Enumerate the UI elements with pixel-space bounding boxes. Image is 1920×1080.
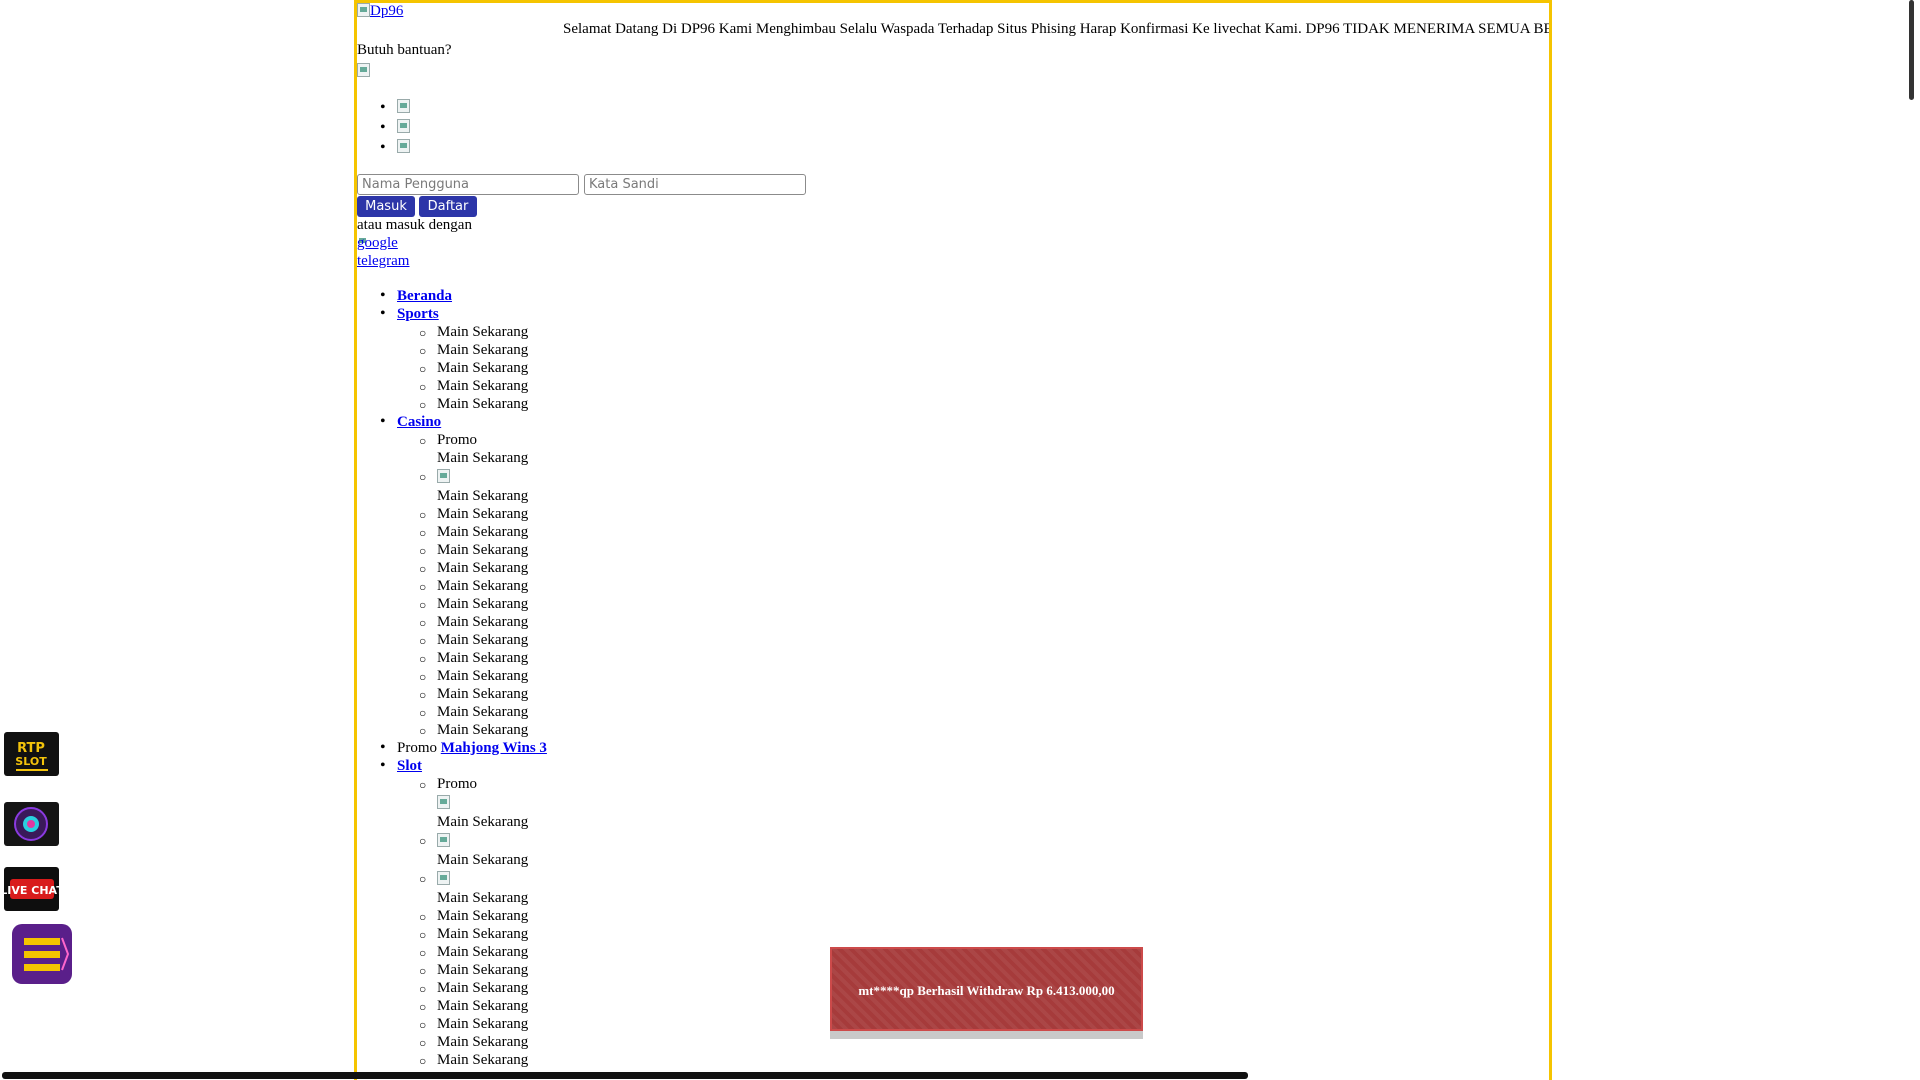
google-login-link[interactable]: google (357, 235, 398, 252)
casino-play-3[interactable]: Main Sekarang (419, 505, 528, 524)
slot-play-2[interactable]: Main Sekarang (437, 851, 528, 869)
svg-text:LIVE CHAT: LIVE CHAT (4, 884, 59, 897)
casino-play-9[interactable]: Main Sekarang (419, 613, 528, 632)
slot-play-12[interactable]: Main Sekarang (419, 1051, 528, 1070)
promo-game-link[interactable]: Mahjong Wins 3 (441, 740, 547, 756)
logo-alt-text: Dp96 (370, 3, 404, 19)
sports-link[interactable]: Sports (397, 306, 439, 322)
announcement-marquee: Selamat Datang Di DP96 Kami Menghimbau S… (563, 21, 1552, 37)
help-text: Butuh bantuan? (357, 42, 452, 58)
menu-item-casino: Casino (380, 413, 441, 431)
casino-play-7[interactable]: Main Sekarang (419, 577, 528, 596)
casino-play-8[interactable]: Main Sekarang (419, 595, 528, 614)
sports-play-2[interactable]: Main Sekarang (419, 341, 528, 360)
live-casino-icon (14, 807, 48, 841)
slot-play-11[interactable]: Main Sekarang (419, 1033, 528, 1052)
casino-play-1[interactable]: Main Sekarang (437, 449, 528, 467)
withdraw-notification: mt****qp Berhasil Withdraw Rp 6.413.000,… (830, 947, 1143, 1031)
casino-play-10[interactable]: Main Sekarang (419, 631, 528, 650)
slot-promo-label: Promo (419, 775, 477, 794)
page-frame: Dp96 Selamat Datang Di DP96 Kami Menghim… (354, 0, 1552, 1080)
casino-play-2[interactable]: Main Sekarang (437, 487, 528, 505)
logo-link[interactable]: Dp96 (357, 3, 403, 20)
nav-icon-2[interactable] (397, 119, 410, 133)
slot-play-8[interactable]: Main Sekarang (419, 979, 528, 998)
rtp-slot-button[interactable]: RTP SLOT (4, 732, 59, 776)
vertical-scrollbar[interactable] (1909, 0, 1914, 100)
casino-play-13[interactable]: Main Sekarang (419, 685, 528, 704)
menu-item-sports: Sports (380, 305, 439, 323)
sports-play-5[interactable]: Main Sekarang (419, 395, 528, 414)
slot-play-3[interactable]: Main Sekarang (437, 889, 528, 907)
casino-play-4[interactable]: Main Sekarang (419, 523, 528, 542)
nav-icon-1[interactable] (397, 99, 410, 113)
menu-item-promo: Promo Mahjong Wins 3 (380, 739, 547, 757)
live-chat-icon: LIVE CHAT (0, 879, 64, 899)
home-link[interactable]: Beranda (397, 288, 452, 304)
register-button[interactable]: Daftar (419, 196, 477, 217)
menu-item-home: Beranda (380, 287, 452, 305)
casino-link[interactable]: Casino (397, 414, 441, 430)
slot-play-7[interactable]: Main Sekarang (419, 961, 528, 980)
hamburger-icon (24, 937, 70, 971)
casino-promo-label: Promo (419, 431, 477, 450)
svg-text:RTP: RTP (17, 741, 45, 756)
casino-game-image[interactable] (437, 469, 450, 483)
svg-text:SLOT: SLOT (15, 755, 47, 768)
alt-login-text: atau masuk dengan (357, 217, 472, 233)
slot-game-image-1[interactable] (437, 795, 450, 809)
sports-play-1[interactable]: Main Sekarang (419, 323, 528, 342)
slot-link[interactable]: Slot (397, 758, 422, 774)
casino-play-5[interactable]: Main Sekarang (419, 541, 528, 560)
slot-play-10[interactable]: Main Sekarang (419, 1015, 528, 1034)
promo-label: Promo (397, 740, 438, 756)
slot-game-image-3[interactable] (437, 871, 450, 885)
slot-game-image-2[interactable] (437, 833, 450, 847)
slot-play-1[interactable]: Main Sekarang (437, 813, 528, 831)
username-input[interactable] (357, 174, 579, 195)
google-alt-text: google (357, 235, 398, 251)
slot-play-9[interactable]: Main Sekarang (419, 997, 528, 1016)
rtp-slot-icon: RTP SLOT (15, 741, 48, 771)
logo-image (357, 3, 370, 17)
live-chat-button[interactable]: LIVE CHAT (0, 867, 64, 911)
casino-play-12[interactable]: Main Sekarang (419, 667, 528, 686)
slot-play-5[interactable]: Main Sekarang (419, 925, 528, 944)
casino-play-15[interactable]: Main Sekarang (419, 721, 528, 740)
nav-icon-3[interactable] (397, 139, 410, 153)
casino-play-6[interactable]: Main Sekarang (419, 559, 528, 578)
horizontal-scrollbar[interactable] (2, 1072, 1248, 1079)
slot-play-4[interactable]: Main Sekarang (419, 907, 528, 926)
login-button[interactable]: Masuk (357, 196, 415, 217)
slot-play-6[interactable]: Main Sekarang (419, 943, 528, 962)
password-input[interactable] (584, 174, 806, 195)
live-casino-button[interactable] (4, 802, 59, 846)
sports-play-4[interactable]: Main Sekarang (419, 377, 528, 396)
casino-play-11[interactable]: Main Sekarang (419, 649, 528, 668)
banner-image (357, 63, 370, 77)
menu-item-slot: Slot (380, 757, 422, 775)
casino-play-14[interactable]: Main Sekarang (419, 703, 528, 722)
sports-play-3[interactable]: Main Sekarang (419, 359, 528, 378)
telegram-login-link[interactable]: telegram (357, 253, 409, 270)
menu-toggle-button[interactable] (12, 924, 72, 984)
telegram-alt-text: telegram (357, 253, 410, 269)
